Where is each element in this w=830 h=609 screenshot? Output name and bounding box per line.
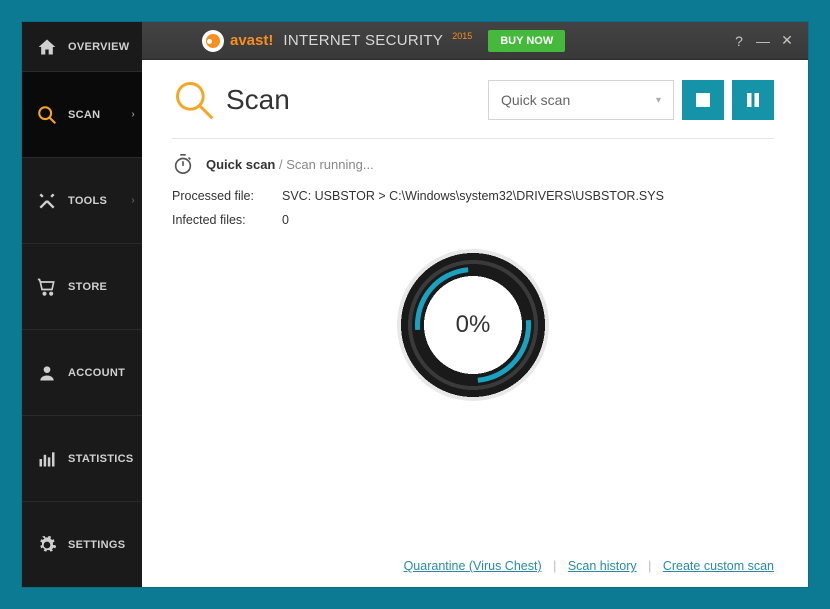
avast-logo-icon bbox=[202, 30, 224, 52]
sidebar-item-settings[interactable]: SETTINGS bbox=[22, 502, 142, 587]
sidebar-label: OVERVIEW bbox=[68, 41, 130, 53]
bars-icon bbox=[36, 448, 58, 470]
brand: avast! INTERNET SECURITY 2015 bbox=[202, 30, 472, 52]
sidebar-label: STORE bbox=[68, 281, 107, 293]
scan-type-dropdown[interactable]: Quick scan ▾ bbox=[488, 80, 674, 120]
quarantine-link[interactable]: Quarantine (Virus Chest) bbox=[404, 559, 542, 573]
infected-value: 0 bbox=[282, 213, 774, 227]
progress-ring: 0% bbox=[397, 249, 549, 401]
buy-now-button[interactable]: BUY NOW bbox=[488, 30, 565, 52]
main: avast! INTERNET SECURITY 2015 BUY NOW ? … bbox=[142, 22, 808, 587]
sidebar-item-overview[interactable]: OVERVIEW bbox=[22, 22, 142, 72]
sidebar-label: ACCOUNT bbox=[68, 367, 125, 379]
minimize-button[interactable]: — bbox=[754, 33, 772, 49]
sidebar-item-tools[interactable]: TOOLS › bbox=[22, 158, 142, 244]
app-window: OVERVIEW SCAN › TOOLS › STORE AC bbox=[22, 22, 808, 587]
gear-icon bbox=[36, 534, 58, 556]
tools-icon bbox=[36, 190, 58, 212]
chevron-right-icon: › bbox=[131, 109, 135, 120]
product-name: INTERNET SECURITY bbox=[283, 32, 443, 49]
processed-label: Processed file: bbox=[172, 189, 282, 203]
sidebar-item-scan[interactable]: SCAN › bbox=[22, 72, 142, 158]
chevron-right-icon: › bbox=[131, 195, 135, 206]
content: Scan Quick scan ▾ Quick bbox=[142, 60, 808, 587]
pause-button[interactable] bbox=[732, 80, 774, 120]
status-row: Quick scan / Scan running... bbox=[172, 153, 774, 175]
titlebar: avast! INTERNET SECURITY 2015 BUY NOW ? … bbox=[142, 22, 808, 60]
stop-icon bbox=[696, 93, 710, 107]
magnifier-icon bbox=[172, 78, 216, 122]
chevron-down-icon: ▾ bbox=[656, 95, 661, 106]
stop-button[interactable] bbox=[682, 80, 724, 120]
page-header: Scan Quick scan ▾ bbox=[172, 78, 774, 122]
divider bbox=[172, 138, 774, 139]
stopwatch-icon bbox=[172, 153, 194, 175]
scan-history-link[interactable]: Scan history bbox=[568, 559, 637, 573]
sidebar-item-statistics[interactable]: STATISTICS bbox=[22, 416, 142, 502]
status-sep: / bbox=[275, 157, 286, 172]
brand-name: avast! bbox=[230, 33, 273, 48]
status-state: Scan running... bbox=[286, 157, 373, 172]
dropdown-value: Quick scan bbox=[501, 92, 570, 108]
status-type: Quick scan bbox=[206, 157, 275, 172]
close-button[interactable]: ✕ bbox=[778, 32, 796, 49]
sidebar: OVERVIEW SCAN › TOOLS › STORE AC bbox=[22, 22, 142, 587]
progress-text: 0% bbox=[456, 311, 491, 339]
sidebar-label: SCAN bbox=[68, 109, 100, 121]
sidebar-label: STATISTICS bbox=[68, 453, 134, 465]
help-button[interactable]: ? bbox=[730, 33, 748, 49]
product-year: 2015 bbox=[452, 31, 472, 41]
home-icon bbox=[36, 36, 58, 58]
footer-links: Quarantine (Virus Chest) | Scan history … bbox=[172, 545, 774, 573]
sidebar-item-store[interactable]: STORE bbox=[22, 244, 142, 330]
create-custom-scan-link[interactable]: Create custom scan bbox=[663, 559, 774, 573]
user-icon bbox=[36, 362, 58, 384]
sidebar-label: TOOLS bbox=[68, 195, 107, 207]
progress-wrap: 0% bbox=[172, 249, 774, 401]
page-title: Scan bbox=[226, 84, 290, 116]
processed-value: SVC: USBSTOR > C:\Windows\system32\DRIVE… bbox=[282, 189, 774, 203]
magnifier-icon bbox=[36, 104, 58, 126]
cart-icon bbox=[36, 276, 58, 298]
scan-details: Processed file: SVC: USBSTOR > C:\Window… bbox=[172, 189, 774, 227]
infected-label: Infected files: bbox=[172, 213, 282, 227]
pause-icon bbox=[746, 93, 760, 107]
sidebar-label: SETTINGS bbox=[68, 539, 125, 551]
sidebar-item-account[interactable]: ACCOUNT bbox=[22, 330, 142, 416]
